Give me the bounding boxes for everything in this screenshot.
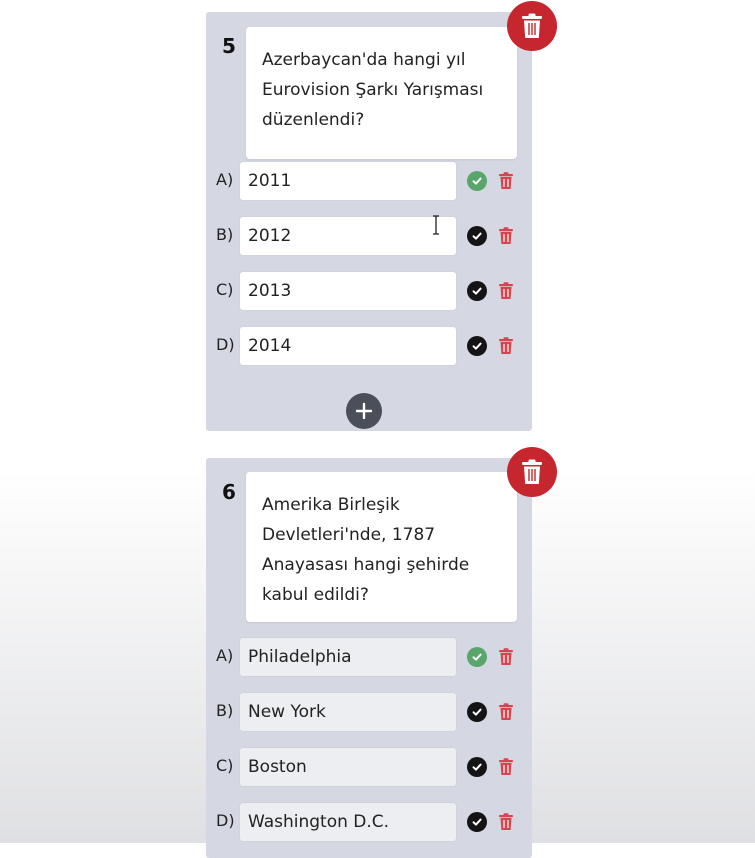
option-row-c: C) (206, 271, 532, 311)
trash-icon[interactable] (497, 171, 515, 191)
option-row-a: A) (206, 637, 532, 677)
option-row-b: B) (206, 692, 532, 732)
option-label: D) (216, 335, 235, 354)
option-input[interactable] (239, 692, 457, 732)
question-card-5: 5 Azerbaycan'da hangi yıl Eurovision Şar… (206, 12, 532, 431)
trash-icon[interactable] (497, 281, 515, 301)
option-label: C) (216, 756, 234, 775)
option-input[interactable] (239, 271, 457, 311)
question-text[interactable]: Azerbaycan'da hangi yıl Eurovision Şarkı… (246, 27, 517, 159)
check-circle-icon[interactable] (467, 647, 487, 667)
option-row-b: B) (206, 216, 532, 256)
question-text[interactable]: Amerika Birleşik Devletleri'nde, 1787 An… (246, 472, 517, 622)
delete-question-button[interactable] (507, 1, 557, 51)
option-row-a: A) (206, 161, 532, 201)
question-number: 5 (222, 34, 236, 58)
option-label: A) (216, 646, 234, 665)
trash-icon[interactable] (497, 336, 515, 356)
text-cursor-icon (433, 215, 439, 235)
option-row-d: D) (206, 326, 532, 366)
trash-icon (522, 13, 542, 38)
option-label: D) (216, 811, 235, 830)
option-label: C) (216, 280, 234, 299)
trash-icon[interactable] (497, 812, 515, 832)
option-input[interactable] (239, 802, 457, 842)
delete-question-button[interactable] (507, 447, 557, 497)
option-input[interactable] (239, 161, 457, 201)
option-input[interactable] (239, 637, 457, 677)
option-input[interactable] (239, 326, 457, 366)
check-circle-icon[interactable] (467, 336, 487, 356)
question-number: 6 (222, 480, 236, 504)
trash-icon[interactable] (497, 226, 515, 246)
plus-icon (355, 402, 373, 420)
trash-icon (522, 459, 542, 484)
check-circle-icon[interactable] (467, 757, 487, 777)
option-row-c: C) (206, 747, 532, 787)
option-input[interactable] (239, 216, 457, 256)
check-circle-icon[interactable] (467, 702, 487, 722)
check-circle-icon[interactable] (467, 226, 487, 246)
add-option-button[interactable] (346, 393, 382, 429)
option-label: B) (216, 225, 234, 244)
option-row-d: D) (206, 802, 532, 842)
check-circle-icon[interactable] (467, 171, 487, 191)
trash-icon[interactable] (497, 702, 515, 722)
check-circle-icon[interactable] (467, 812, 487, 832)
option-label: A) (216, 170, 234, 189)
trash-icon[interactable] (497, 757, 515, 777)
trash-icon[interactable] (497, 647, 515, 667)
option-label: B) (216, 701, 234, 720)
check-circle-icon[interactable] (467, 281, 487, 301)
question-card-6: 6 Amerika Birleşik Devletleri'nde, 1787 … (206, 458, 532, 858)
option-input[interactable] (239, 747, 457, 787)
